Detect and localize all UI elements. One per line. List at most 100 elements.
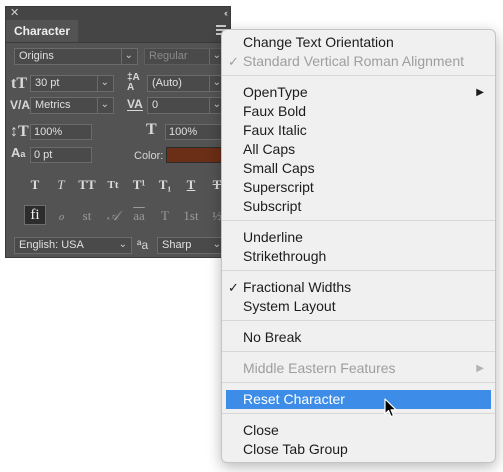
menu-item-label: Middle Eastern Features	[243, 360, 396, 376]
menu-item-superscript[interactable]: Superscript	[222, 178, 495, 197]
tracking-icon: VA	[127, 97, 143, 111]
menu-item-faux-italic[interactable]: Faux Italic	[222, 121, 495, 140]
menu-item-opentype[interactable]: OpenType ▶	[222, 83, 495, 102]
chevron-down-icon: ⌄	[100, 99, 109, 110]
stylistic-alternates-button[interactable]: aa	[128, 206, 150, 226]
tab-character[interactable]: Character	[6, 20, 79, 42]
menu-item-close-tab-group[interactable]: Close Tab Group	[222, 440, 495, 459]
swash-button[interactable]: 𝒜	[102, 206, 124, 226]
menu-item-label: Close Tab Group	[243, 441, 348, 457]
collapse-icon[interactable]: ‹‹	[224, 7, 228, 20]
font-size-icon: tT	[11, 75, 27, 92]
subscript-button[interactable]: T₁	[154, 175, 176, 195]
standard-ligatures-button[interactable]: fi	[24, 205, 46, 225]
faux-italic-button[interactable]: T	[50, 175, 72, 195]
menu-item-standard-vertical-roman-alignment: ✓ Standard Vertical Roman Alignment	[222, 52, 495, 71]
menu-item-label: Underline	[243, 229, 303, 245]
checkmark-icon: ✓	[228, 54, 239, 69]
baseline-shift-value: 0 pt	[34, 149, 53, 161]
horizontal-scale-value: 100%	[169, 126, 198, 138]
font-size-field[interactable]: 30 pt ⌄	[30, 75, 114, 92]
menu-item-label: Reset Character	[243, 391, 345, 407]
panel-title-bar: ✕ ‹‹	[6, 7, 230, 20]
vertical-scale-icon: ↕T	[10, 123, 29, 140]
menu-item-label: Small Caps	[243, 160, 315, 176]
vertical-scale-value: 100%	[34, 126, 63, 138]
underline-button[interactable]: T	[180, 175, 202, 195]
baseline-shift-icon: Aa	[11, 145, 26, 160]
menu-item-label: All Caps	[243, 141, 296, 157]
kerning-select[interactable]: Metrics ⌄	[30, 97, 114, 114]
titling-alternates-button[interactable]: T	[154, 206, 176, 226]
menu-item-faux-bold[interactable]: Faux Bold	[222, 102, 495, 121]
menu-separator	[222, 382, 495, 383]
font-size-value: 30 pt	[35, 77, 60, 89]
menu-item-label: System Layout	[243, 298, 336, 314]
menu-item-label: No Break	[243, 329, 302, 345]
submenu-arrow-icon: ▶	[476, 363, 484, 374]
leading-field[interactable]: (Auto) ⌄	[147, 75, 226, 92]
all-caps-button[interactable]: TT	[76, 175, 98, 195]
font-style-select[interactable]: Regular ⌄	[144, 48, 226, 65]
menu-item-subscript[interactable]: Subscript	[222, 197, 495, 216]
menu-item-all-caps[interactable]: All Caps	[222, 140, 495, 159]
font-family-value: Origins	[19, 50, 54, 62]
menu-separator	[222, 413, 495, 414]
menu-item-small-caps[interactable]: Small Caps	[222, 159, 495, 178]
menu-separator	[222, 75, 495, 76]
menu-item-middle-eastern-features: Middle Eastern Features ▶	[222, 359, 495, 378]
chevron-down-icon: ⌄	[100, 77, 109, 88]
font-family-select[interactable]: Origins ⌄	[14, 48, 138, 65]
menu-item-system-layout[interactable]: System Layout	[222, 297, 495, 316]
leading-icon: ‡A A	[127, 72, 140, 93]
language-select[interactable]: English: USA ⌄	[14, 237, 132, 254]
chevron-down-icon: ⌄	[118, 239, 127, 250]
chevron-down-icon: ⌄	[212, 99, 221, 110]
baseline-shift-field[interactable]: 0 pt	[30, 147, 92, 163]
ordinals-button[interactable]: 1st	[180, 206, 202, 226]
menu-item-label: Superscript	[243, 179, 314, 195]
small-caps-button[interactable]: Tt	[102, 175, 124, 195]
color-swatch[interactable]	[166, 147, 226, 163]
chevron-down-icon: ⌄	[212, 239, 221, 250]
menu-item-strikethrough[interactable]: Strikethrough	[222, 247, 495, 266]
horizontal-scale-field[interactable]: 100%	[165, 124, 226, 140]
chevron-down-icon: ⌄	[212, 50, 221, 61]
menu-item-close[interactable]: Close	[222, 421, 495, 440]
menu-item-label: Faux Italic	[243, 122, 307, 138]
menu-item-reset-character[interactable]: Reset Character	[226, 390, 491, 409]
menu-item-no-break[interactable]: No Break	[222, 328, 495, 347]
menu-item-label: Close	[243, 422, 279, 438]
menu-separator	[222, 220, 495, 221]
menu-item-label: Faux Bold	[243, 103, 307, 119]
mouse-cursor-icon	[384, 398, 397, 418]
antialias-select[interactable]: Sharp ⌄	[157, 237, 226, 254]
menu-separator	[222, 270, 495, 271]
menu-separator	[222, 351, 495, 352]
close-icon[interactable]: ✕	[10, 7, 19, 20]
character-panel: ✕ ‹‹ Character Origins ⌄ Regular ⌄ tT 30…	[5, 6, 231, 258]
menu-item-label: Fractional Widths	[243, 279, 352, 295]
discretionary-ligatures-button[interactable]: st	[76, 206, 98, 226]
menu-item-label: Change Text Orientation	[243, 34, 394, 50]
chevron-down-icon: ⌄	[212, 77, 221, 88]
font-style-value: Regular	[149, 50, 188, 62]
menu-item-fractional-widths[interactable]: ✓ Fractional Widths	[222, 278, 495, 297]
superscript-button[interactable]: T¹	[128, 175, 150, 195]
menu-item-label: Strikethrough	[243, 248, 327, 264]
character-panel-menu: Change Text Orientation ✓ Standard Vertica…	[221, 29, 496, 463]
kerning-icon: V/A	[10, 98, 31, 112]
menu-item-label: Subscript	[243, 198, 302, 214]
kerning-value: Metrics	[35, 99, 71, 111]
antialias-icon: ªa	[137, 238, 149, 252]
tracking-field[interactable]: 0 ⌄	[147, 97, 226, 114]
vertical-scale-field[interactable]: 100%	[30, 124, 92, 140]
panel-tab-bar: Character	[6, 20, 230, 43]
menu-item-label: OpenType	[243, 84, 308, 100]
menu-item-change-text-orientation[interactable]: Change Text Orientation	[222, 33, 495, 52]
menu-separator	[222, 320, 495, 321]
faux-bold-button[interactable]: T	[24, 175, 46, 195]
menu-item-underline[interactable]: Underline	[222, 228, 495, 247]
color-label: Color:	[134, 150, 164, 162]
contextual-alternates-button[interactable]: ℴ	[50, 206, 72, 226]
